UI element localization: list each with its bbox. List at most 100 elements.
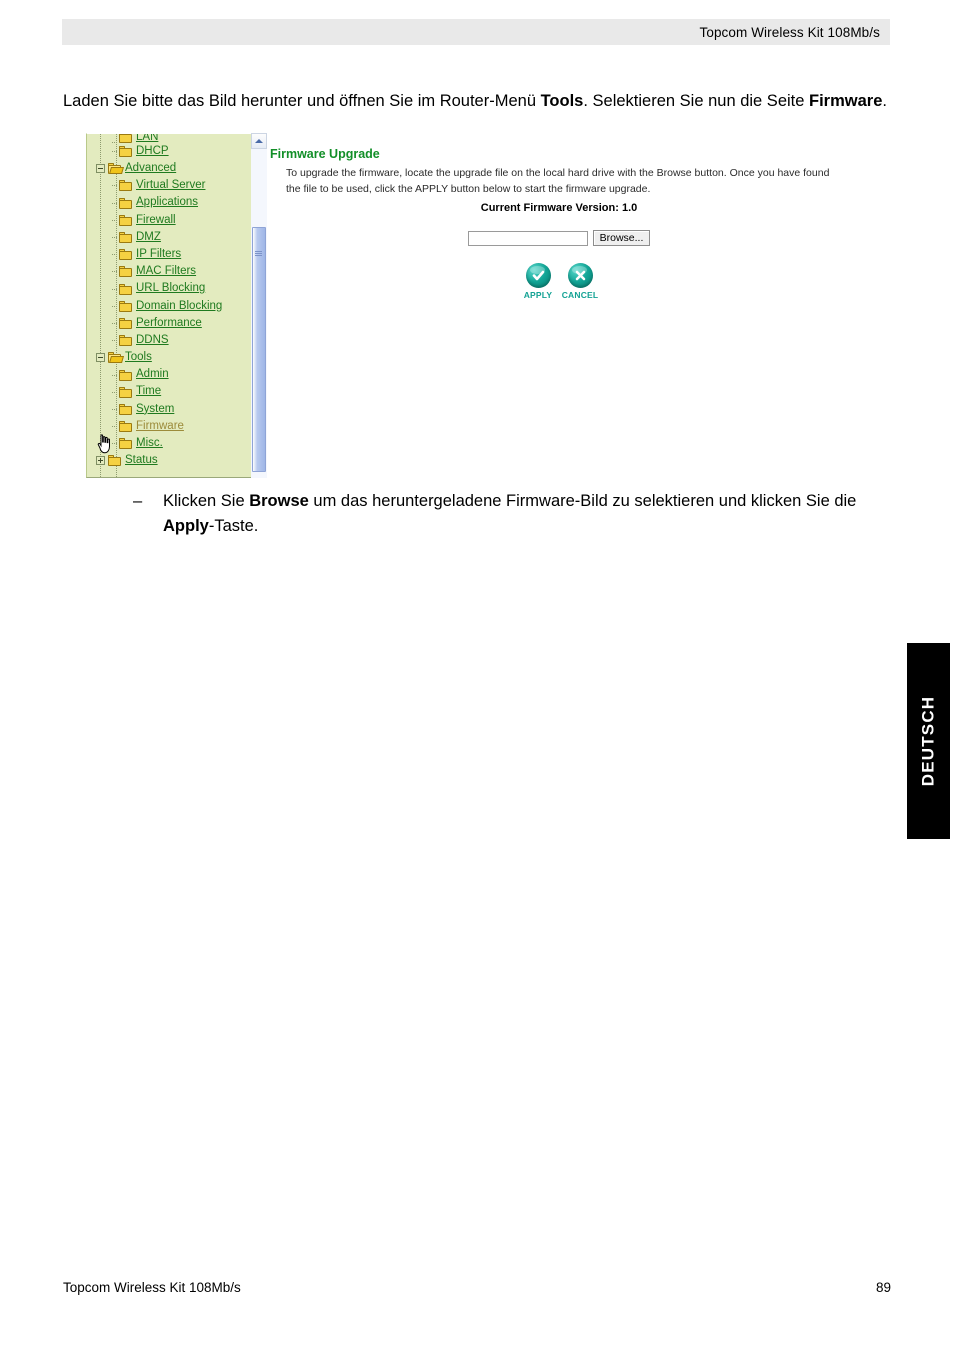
- tree-item-status[interactable]: Status: [87, 452, 251, 469]
- tree-item-advanced[interactable]: Advanced: [87, 160, 251, 177]
- tree-item-url-blocking[interactable]: URL Blocking: [87, 281, 251, 298]
- bullet-text: Klicken Sie Browse um das heruntergelade…: [163, 489, 893, 539]
- intro-text-3: .: [882, 91, 887, 110]
- intro-text-1: Laden Sie bitte das Bild herunter und öf…: [63, 91, 541, 110]
- tree-branch-line: [112, 219, 118, 221]
- tree-item-system[interactable]: System: [87, 401, 251, 418]
- tree-item-label: Domain Blocking: [136, 299, 223, 312]
- tree-item-label: Misc.: [136, 437, 163, 450]
- intro-bold-firmware: Firmware: [809, 91, 883, 110]
- tree-item-mac-filters[interactable]: MAC Filters: [87, 263, 251, 280]
- tree-item-label: Advanced: [125, 162, 177, 175]
- folder-open-icon: [108, 352, 125, 364]
- tree-branch-line: [112, 322, 118, 324]
- bullet-bold-apply: Apply: [163, 517, 209, 535]
- folder-icon: [119, 317, 132, 329]
- firmware-upgrade-panel: Firmware Upgrade To upgrade the firmware…: [270, 133, 854, 478]
- tree-branch-line: [112, 408, 118, 410]
- folder-icon: [119, 197, 132, 209]
- folder-icon: [119, 249, 132, 261]
- folder-open-icon: [108, 163, 125, 175]
- folder-icon: [119, 283, 132, 295]
- browse-button[interactable]: Browse...: [592, 230, 651, 246]
- tree-item-applications[interactable]: Applications: [87, 195, 251, 212]
- tree-branch-line: [112, 185, 118, 187]
- tree-item-firmware[interactable]: Firmware: [87, 418, 251, 435]
- tree-item-time[interactable]: Time: [87, 384, 251, 401]
- mouse-pointer-hand-icon: [97, 434, 112, 454]
- collapse-node-icon[interactable]: [96, 353, 105, 363]
- header-title: Topcom Wireless Kit 108Mb/s: [699, 24, 880, 40]
- folder-icon: [119, 403, 132, 415]
- folder-icon: [119, 232, 132, 244]
- check-icon: [525, 263, 551, 288]
- collapse-node-icon[interactable]: [96, 164, 105, 174]
- folder-icon: [119, 421, 132, 433]
- folder-icon: [119, 369, 132, 381]
- tree-item-label: System: [136, 402, 175, 415]
- firmware-file-row: Browse...: [270, 230, 848, 246]
- tree-item-label: Admin: [136, 368, 169, 381]
- folder-icon: [119, 438, 132, 450]
- language-tab-deutsch: DEUTSCH: [907, 643, 950, 839]
- firmware-upgrade-heading: Firmware Upgrade: [270, 147, 380, 161]
- folder-icon: [119, 214, 132, 226]
- tree-item-dmz[interactable]: DMZ: [87, 229, 251, 246]
- intro-paragraph: Laden Sie bitte das Bild herunter und öf…: [63, 89, 893, 114]
- close-icon: [567, 263, 593, 288]
- tree-branch-line: [112, 340, 118, 342]
- firmware-upgrade-description: To upgrade the firmware, locate the upgr…: [286, 167, 830, 195]
- tree-item-label: URL Blocking: [136, 282, 206, 295]
- scrollbar-thumb[interactable]: [252, 227, 266, 472]
- tree-item-label: Time: [136, 385, 162, 398]
- tree-item-label: Performance: [136, 316, 202, 329]
- tree-item-ddns[interactable]: DDNS: [87, 332, 251, 349]
- tree-item-label: Firewall: [136, 213, 176, 226]
- tree-item-admin[interactable]: Admin: [87, 366, 251, 383]
- tree-branch-line: [112, 151, 118, 153]
- bullet-dash: –: [133, 492, 143, 510]
- tree-item-label: Virtual Server: [136, 179, 206, 192]
- router-sidebar-tree[interactable]: LAN DHCP Advanced Virtual Server Application…: [86, 133, 251, 478]
- tree-branch-line: [112, 202, 118, 204]
- tree-item-dhcp[interactable]: DHCP: [87, 143, 251, 160]
- tree-item-tools[interactable]: Tools: [87, 349, 251, 366]
- firmware-action-buttons: APPLY CANCEL: [270, 263, 848, 300]
- bullet-text-1: Klicken Sie: [163, 492, 250, 510]
- tree-item-label: LAN: [136, 134, 159, 143]
- tree-item-virtual-server[interactable]: Virtual Server: [87, 177, 251, 194]
- scrollbar-grip-icon: [255, 251, 262, 256]
- bullet-text-2: um das heruntergeladene Firmware-Bild zu…: [308, 492, 857, 510]
- tree-item-domain-blocking[interactable]: Domain Blocking: [87, 298, 251, 315]
- instruction-bullet: – Klicken Sie Browse um das heruntergela…: [133, 489, 893, 539]
- sidebar-scrollbar[interactable]: [251, 133, 267, 478]
- apply-button[interactable]: APPLY: [519, 263, 557, 300]
- tree-item-label: DHCP: [136, 144, 169, 157]
- folder-icon: [119, 300, 132, 312]
- tree-branch-line: [112, 237, 118, 239]
- expand-node-icon[interactable]: [96, 456, 105, 466]
- tree-item-firewall[interactable]: Firewall: [87, 212, 251, 229]
- tree-item-lan[interactable]: LAN: [87, 134, 251, 143]
- tree-branch-line: [112, 426, 118, 428]
- tree-branch-line: [112, 288, 118, 290]
- page-footer: Topcom Wireless Kit 108Mb/s 89: [63, 1280, 891, 1295]
- bullet-text-3: -Taste.: [208, 517, 259, 535]
- language-tab-label: DEUTSCH: [918, 695, 938, 787]
- tree-item-label: Applications: [136, 196, 199, 209]
- tree-branch-line: [112, 271, 118, 273]
- folder-icon: [119, 134, 132, 143]
- scroll-up-arrow-icon[interactable]: [251, 133, 267, 149]
- apply-label: APPLY: [523, 290, 553, 300]
- firmware-file-input[interactable]: [467, 230, 588, 246]
- tree-item-ip-filters[interactable]: IP Filters: [87, 246, 251, 263]
- cancel-button[interactable]: CANCEL: [561, 263, 599, 300]
- tree-item-label: Status: [125, 454, 158, 467]
- footer-page-number: 89: [875, 1280, 891, 1295]
- footer-product-name: Topcom Wireless Kit 108Mb/s: [63, 1280, 241, 1295]
- intro-text-2: . Selektieren Sie nun die Seite: [583, 91, 810, 110]
- folder-icon: [119, 180, 132, 192]
- folder-icon: [119, 335, 132, 347]
- intro-bold-tools: Tools: [540, 91, 584, 110]
- tree-item-performance[interactable]: Performance: [87, 315, 251, 332]
